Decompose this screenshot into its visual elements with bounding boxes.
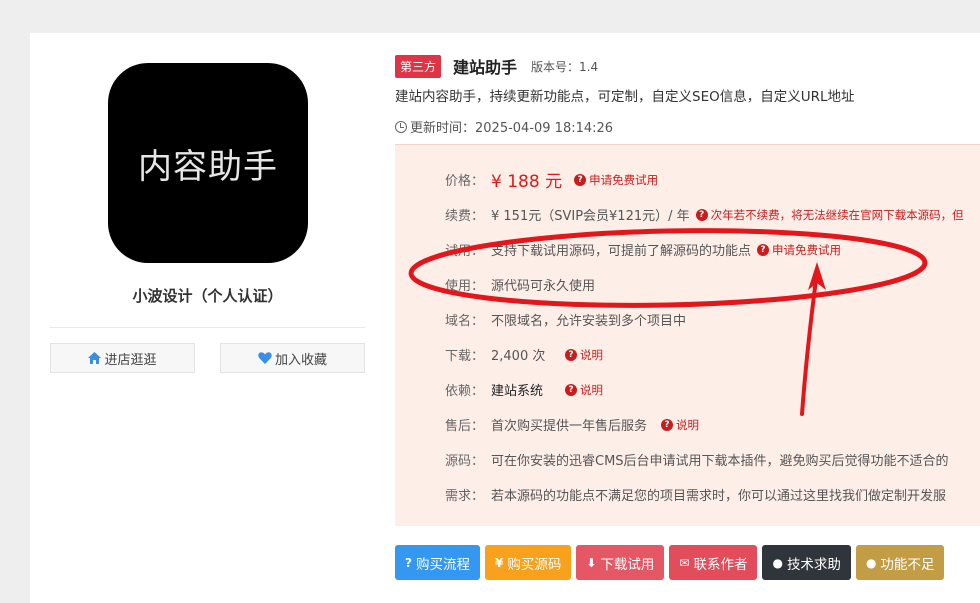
add-favorite-button[interactable]: 加入收藏 — [220, 343, 365, 373]
source-value: 可在你安装的迅睿CMS后台申请试用下载本插件，避免购买后觉得功能不适合的 — [491, 454, 949, 469]
aftersale-label: 售后： — [445, 419, 485, 434]
renewal-row: 续费： ¥ 151元（SVIP会员¥121元）/ 年 ? 次年若不续费，将无法继续… — [445, 205, 964, 225]
question-icon: ? — [565, 383, 577, 396]
downloads-value: 2,400 次 — [491, 349, 546, 364]
domain-label: 域名： — [445, 314, 485, 329]
usage-label: 使用： — [445, 279, 485, 294]
price-value: ¥ 188 元 — [491, 172, 563, 192]
logo-text: 内容助手 — [138, 146, 278, 187]
price-label: 价格： — [445, 174, 485, 189]
chat-icon: ● — [865, 555, 877, 570]
trial-value: 支持下载试用源码，可提前了解源码的功能点 — [491, 244, 752, 259]
visit-shop-label: 进店逛逛 — [104, 352, 157, 368]
purchase-process-button[interactable]: ? 购买流程 — [395, 545, 480, 580]
downloads-row: 下载： 2,400 次 ? 说明 — [445, 345, 603, 365]
update-time: 更新时间：2025-04-09 18:14:26 — [395, 117, 613, 136]
source-label: 源码： — [445, 454, 485, 469]
free-trial-link[interactable]: ? 申请免费试用 — [574, 172, 658, 188]
source-row: 源码： 可在你安装的迅睿CMS后台申请试用下载本插件，避免购买后觉得功能不适合的 — [445, 450, 949, 469]
visit-shop-button[interactable]: 进店逛逛 — [50, 343, 195, 373]
depends-label: 依赖： — [445, 384, 485, 399]
renewal-value: ¥ 151元（SVIP会员¥121元）/ 年 — [491, 209, 690, 224]
aftersale-value: 首次购买提供一年售后服务 — [491, 419, 648, 434]
update-time-text: 更新时间：2025-04-09 18:14:26 — [410, 121, 614, 136]
chat-icon: ● — [772, 555, 783, 570]
demand-value: 若本源码的功能点不满足您的项目需求时，你可以通过这里找我们做定制开发服 — [491, 489, 947, 504]
depends-value[interactable]: 建站系统 — [491, 380, 559, 399]
renewal-label: 续费： — [445, 209, 485, 224]
usage-value: 源代码可永久使用 — [491, 279, 596, 294]
heart-icon — [258, 352, 272, 364]
trial-label: 试用： — [445, 244, 485, 259]
domain-row: 域名： 不限域名，允许安装到多个项目中 — [445, 310, 686, 329]
downloads-label: 下载： — [445, 349, 485, 364]
demand-row: 需求： 若本源码的功能点不满足您的项目需求时，你可以通过这里找我们做定制开发服 — [445, 485, 946, 504]
author-name[interactable]: 小波设计（个人认证） — [50, 285, 365, 306]
question-icon: ? — [661, 418, 674, 431]
product-logo: 内容助手 — [108, 63, 308, 263]
domain-value: 不限域名，允许安装到多个项目中 — [491, 314, 687, 329]
question-icon: ? — [405, 555, 412, 570]
version-text: 版本号：1.4 — [531, 59, 599, 74]
price-row: 价格： ¥ 188 元 ? 申请免费试用 — [445, 167, 658, 192]
depends-row: 依赖： 建站系统 ? 说明 — [445, 380, 603, 400]
buy-source-button[interactable]: ¥ 购买源码 — [484, 545, 572, 580]
question-icon: ? — [695, 208, 708, 221]
download-icon: ⬇ — [586, 555, 597, 570]
home-icon — [88, 352, 102, 364]
third-party-badge: 第三方 — [395, 54, 442, 78]
yen-icon: ¥ — [494, 555, 504, 570]
aftersale-info-link[interactable]: ? 说明 — [661, 417, 699, 433]
clock-icon — [395, 120, 407, 133]
download-trial-button[interactable]: ⬇ 下载试用 — [576, 545, 665, 580]
demand-label: 需求： — [445, 489, 485, 504]
product-title: 建站助手 — [453, 58, 518, 77]
downloads-info-link[interactable]: ? 说明 — [565, 347, 603, 363]
aftersale-row: 售后： 首次购买提供一年售后服务 ? 说明 — [445, 415, 699, 435]
question-icon: ? — [757, 243, 770, 256]
trial-apply-link[interactable]: ? 申请免费试用 — [757, 242, 841, 258]
tech-help-button[interactable]: ● 技术求助 — [762, 545, 851, 580]
usage-row: 使用： 源代码可永久使用 — [445, 275, 595, 294]
sidebar-divider — [50, 327, 365, 328]
question-icon: ? — [565, 348, 577, 361]
info-panel: 价格： ¥ 188 元 ? 申请免费试用 续费： ¥ 151元（SVIP会员¥12… — [395, 144, 980, 526]
action-bar: ? 购买流程 ¥ 购买源码 ⬇ 下载试用 ✉ 联系作者 ● 技术求助 ● 功能不足 — [395, 545, 949, 580]
product-header: 第三方 建站助手 版本号：1.4 — [395, 54, 598, 78]
contact-author-button[interactable]: ✉ 联系作者 — [669, 545, 758, 580]
feature-lacking-button[interactable]: ● 功能不足 — [855, 545, 945, 580]
question-icon: ? — [574, 173, 587, 186]
renewal-tip[interactable]: ? 次年若不续费，将无法继续在官网下载本源码，但 — [695, 207, 964, 223]
product-description: 建站内容助手，持续更新功能点，可定制，自定义SEO信息，自定义URL地址 — [395, 89, 855, 105]
envelope-icon: ✉ — [679, 555, 690, 570]
add-favorite-label: 加入收藏 — [274, 352, 327, 368]
depends-info-link[interactable]: ? 说明 — [565, 382, 603, 398]
trial-row: 试用： 支持下载试用源码，可提前了解源码的功能点 ? 申请免费试用 — [445, 240, 841, 260]
